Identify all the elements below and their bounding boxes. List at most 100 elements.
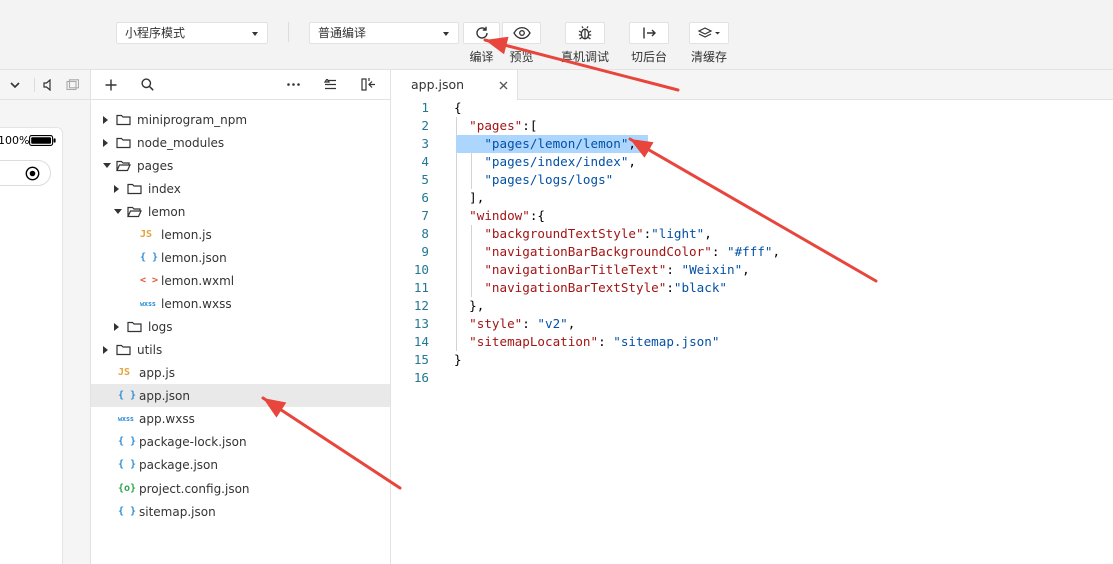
switch-background-label: 切后台 [630, 50, 667, 64]
line-number: 8 [421, 226, 429, 241]
json-file-icon: { } [140, 252, 159, 263]
preview-label: 预览 [509, 50, 534, 64]
code-text: "pages/index/index", [484, 154, 636, 169]
chevron-down-icon[interactable] [114, 209, 122, 214]
chevron-down-icon[interactable] [10, 82, 20, 89]
code-text: "navigationBarBackgroundColor": "#fff", [484, 244, 781, 259]
tree-item-label: logs [148, 319, 173, 334]
js-file-icon: JS [140, 229, 153, 240]
tree-item-label: miniprogram_npm [137, 112, 248, 127]
tree-item-label: lemon.wxss [161, 296, 232, 311]
code-text: "window":{ [469, 208, 546, 223]
line-number: 6 [421, 190, 429, 205]
popout-window-icon[interactable] [66, 79, 79, 91]
volume-icon[interactable] [43, 79, 53, 91]
folder-icon [116, 344, 131, 355]
config-file-icon: {o} [118, 483, 137, 494]
line-number: 9 [421, 244, 429, 259]
folder-row[interactable]: miniprogram_npm [91, 108, 390, 131]
sort-icon[interactable] [324, 79, 337, 90]
file-row[interactable]: JS app.js [91, 361, 390, 384]
file-row[interactable]: { } app.json [91, 384, 390, 407]
file-row[interactable]: { } sitemap.json [91, 500, 390, 523]
chevron-right-icon[interactable] [114, 184, 119, 193]
file-row[interactable]: { } package.json [91, 453, 390, 476]
tree-item-label: app.json [139, 388, 190, 403]
tree-item-label: index [148, 181, 181, 196]
folder-row[interactable]: utils [91, 338, 390, 361]
more-icon[interactable] [287, 83, 300, 86]
code-line: 16 [391, 369, 1113, 387]
remote-debug-label: 真机调试 [560, 50, 609, 64]
code-line: 15} [391, 351, 1113, 369]
line-number: 10 [413, 262, 429, 277]
close-circle-icon[interactable] [25, 166, 40, 181]
bug-icon [578, 26, 592, 40]
file-row[interactable]: {o} project.config.json [91, 477, 390, 500]
file-row[interactable]: { } package-lock.json [91, 430, 390, 453]
folder-row[interactable]: lemon [91, 200, 390, 223]
chevron-down-icon [252, 32, 258, 36]
tree-item-label: lemon.wxml [161, 273, 235, 288]
compile-label: 编译 [469, 50, 494, 64]
add-icon[interactable] [105, 79, 117, 91]
folder-icon [116, 114, 131, 125]
clear-cache-label: 清缓存 [690, 50, 727, 64]
folder-row[interactable]: logs [91, 315, 390, 338]
search-icon[interactable] [141, 78, 154, 91]
folder-row[interactable]: node_modules [91, 131, 390, 154]
code-line: 7 "window":{ [391, 207, 1113, 225]
compile-button[interactable] [463, 22, 500, 44]
toolbar: 小程序模式 普通编译 编译 预览 真机调试 切后台 清缓存 [0, 0, 1113, 70]
code-editor: app.json 1{2 "pages":[3 "pages/lemon/lem… [391, 70, 1113, 564]
file-row[interactable]: wxss lemon.wxss [91, 292, 390, 315]
folder-icon [127, 183, 142, 194]
close-icon[interactable] [499, 81, 508, 90]
code-line: 4 "pages/index/index", [391, 153, 1113, 171]
compile-mode-select[interactable]: 普通编译 [309, 22, 459, 44]
folder-open-icon [127, 206, 142, 217]
file-row[interactable]: wxss app.wxss [91, 407, 390, 430]
capsule-menu[interactable] [0, 160, 51, 186]
code-line: 14 "sitemapLocation": "sitemap.json" [391, 333, 1113, 351]
chevron-right-icon[interactable] [103, 138, 108, 147]
explorer-toolbar [91, 70, 390, 100]
tree-item-label: package-lock.json [139, 434, 247, 449]
clear-cache-button[interactable] [689, 22, 729, 44]
code-line: 2 "pages":[ [391, 117, 1113, 135]
chevron-right-icon[interactable] [114, 322, 119, 331]
code-text: { [454, 100, 462, 115]
tree-item-label: node_modules [137, 135, 225, 150]
code-line: 5 "pages/logs/logs" [391, 171, 1113, 189]
preview-button[interactable] [502, 22, 541, 44]
switch-background-button[interactable] [629, 22, 669, 44]
json-file-icon: { } [118, 459, 137, 470]
code-line: 11 "navigationBarTextStyle":"black" [391, 279, 1113, 297]
code-line: 6 ], [391, 189, 1113, 207]
mode-select-value: 小程序模式 [125, 26, 186, 40]
tab-app-json[interactable]: app.json [391, 70, 518, 100]
collapse-panel-icon[interactable] [361, 77, 376, 91]
code-text: "pages/logs/logs" [484, 172, 614, 187]
mode-select[interactable]: 小程序模式 [116, 22, 268, 44]
line-number: 7 [421, 208, 429, 223]
file-row[interactable]: { } lemon.json [91, 246, 390, 269]
json-file-icon: { } [118, 390, 137, 401]
chevron-down-icon[interactable] [103, 163, 111, 168]
line-number: 12 [413, 298, 429, 313]
file-row[interactable]: < > lemon.wxml [91, 269, 390, 292]
chevron-right-icon[interactable] [103, 115, 108, 124]
simulator-header [0, 70, 90, 100]
code-line: 9 "navigationBarBackgroundColor": "#fff"… [391, 243, 1113, 261]
folder-row[interactable]: pages [91, 154, 390, 177]
chevron-right-icon[interactable] [103, 345, 108, 354]
remote-debug-button[interactable] [565, 22, 605, 44]
folder-row[interactable]: index [91, 177, 390, 200]
chevron-down-icon [443, 32, 449, 36]
line-number: 14 [413, 334, 429, 349]
file-explorer: miniprogram_npm node_modulespages index lem… [91, 70, 391, 564]
wxml-file-icon: < > [140, 275, 159, 286]
file-row[interactable]: JS lemon.js [91, 223, 390, 246]
battery-icon [29, 135, 56, 146]
line-number: 15 [413, 352, 429, 367]
